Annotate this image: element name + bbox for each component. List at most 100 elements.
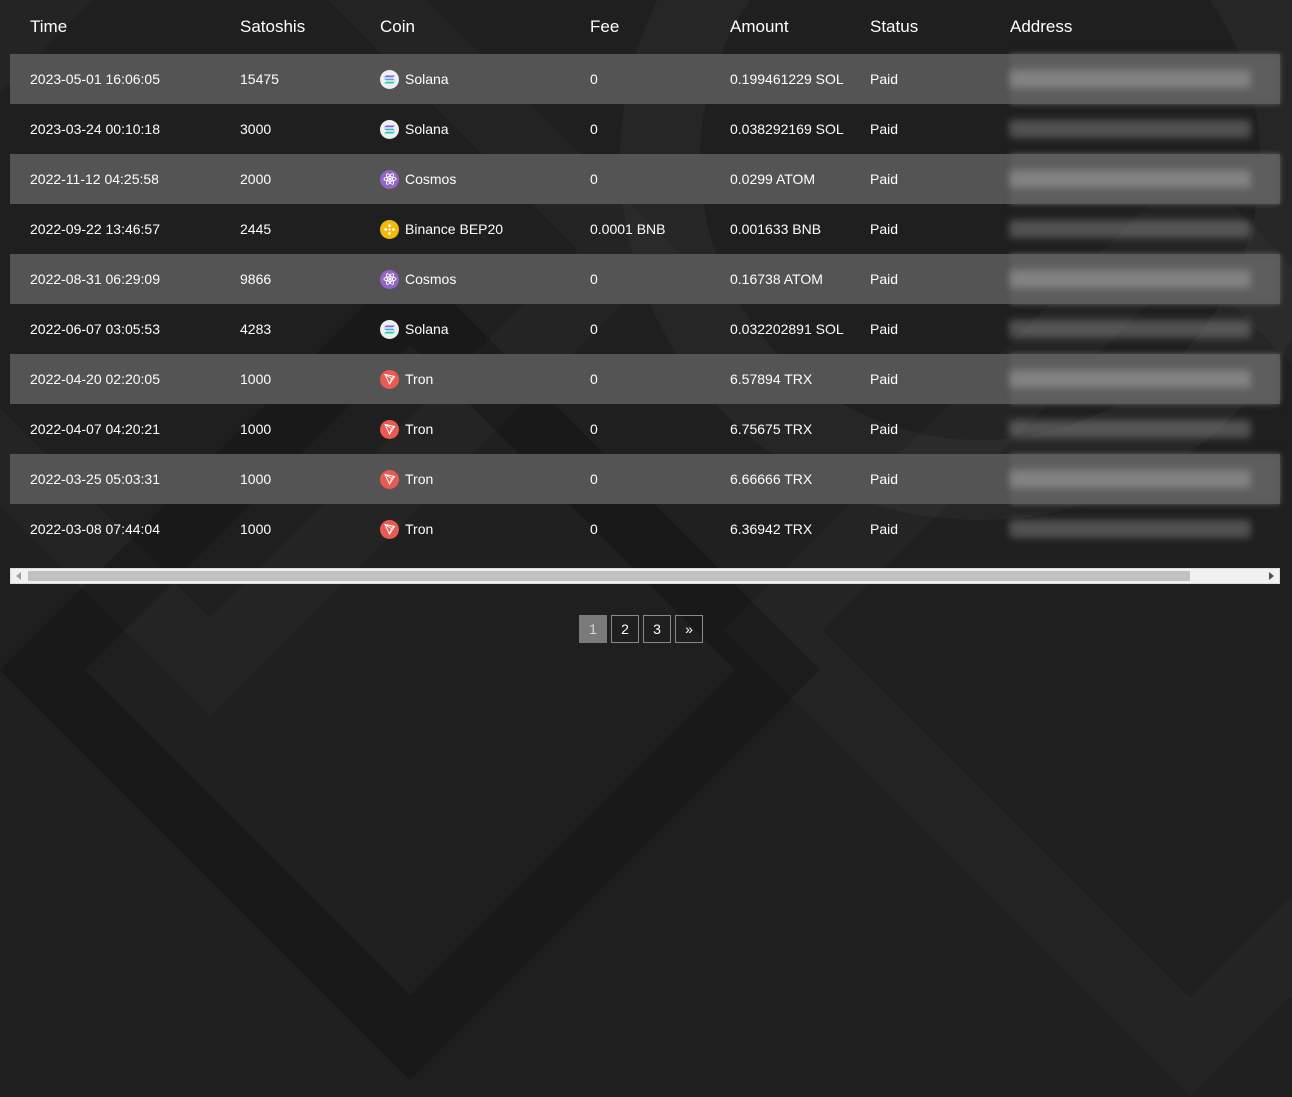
table-row: 2022-03-08 07:44:04 1000 Tron 0 6.36942 TRX P… bbox=[10, 504, 1280, 554]
table-body: 2023-05-01 16:06:05 15475 Solana 0 0.1994612… bbox=[10, 54, 1280, 554]
coin-name: Solana bbox=[405, 321, 449, 337]
redacted-address bbox=[1010, 320, 1250, 338]
table-header: Time Satoshis Coin Fee Amount Status Add… bbox=[10, 0, 1280, 54]
cell-status: Paid bbox=[870, 421, 899, 437]
page-button-1[interactable]: 1 bbox=[579, 615, 607, 643]
coin-name: Binance BEP20 bbox=[405, 221, 504, 237]
table-row: 2022-11-12 04:25:58 2000 Cosmos 0 0.0299 ATO… bbox=[10, 154, 1280, 204]
cell-amount: 0.0299 ATOM bbox=[730, 171, 816, 187]
coin-name: Tron bbox=[405, 521, 434, 537]
solana-icon bbox=[380, 119, 399, 139]
cell-amount: 0.199461229 SOL bbox=[730, 71, 844, 87]
next-page-button[interactable]: » bbox=[675, 615, 703, 643]
coin-name: Tron bbox=[405, 371, 434, 387]
table-row: 2023-03-24 00:10:18 3000 Solana 0 0.03829216… bbox=[10, 104, 1280, 154]
cell-status: Paid bbox=[870, 471, 899, 487]
tron-icon bbox=[380, 369, 399, 389]
tron-icon bbox=[380, 469, 399, 489]
coin-name: Cosmos bbox=[405, 171, 457, 187]
cell-amount: 0.032202891 SOL bbox=[730, 321, 844, 337]
header-amount[interactable]: Amount bbox=[730, 17, 789, 37]
header-time[interactable]: Time bbox=[30, 17, 67, 37]
cell-satoshis: 1000 bbox=[240, 421, 272, 437]
scroll-left-arrow-icon[interactable] bbox=[11, 569, 27, 583]
cell-coin: Tron bbox=[380, 519, 434, 539]
table-row: 2022-04-20 02:20:05 1000 Tron 0 6.57894 TRX P… bbox=[10, 354, 1280, 404]
coin-name: Solana bbox=[405, 71, 449, 87]
coin-name: Tron bbox=[405, 471, 434, 487]
redacted-address bbox=[1010, 470, 1250, 488]
cell-fee: 0 bbox=[590, 471, 598, 487]
cell-satoshis: 3000 bbox=[240, 121, 272, 137]
scrollbar-thumb[interactable] bbox=[28, 571, 1190, 581]
header-satoshis[interactable]: Satoshis bbox=[240, 17, 305, 37]
cell-satoshis: 9866 bbox=[240, 271, 272, 287]
cell-amount: 6.57894 TRX bbox=[730, 371, 813, 387]
pagination: 1 2 3 » bbox=[579, 615, 703, 643]
solana-icon bbox=[380, 319, 399, 339]
redacted-address bbox=[1010, 70, 1250, 88]
cell-coin: Cosmos bbox=[380, 269, 457, 289]
page-button-3[interactable]: 3 bbox=[643, 615, 671, 643]
cell-fee: 0 bbox=[590, 171, 598, 187]
cosmos-icon bbox=[380, 169, 399, 189]
cell-satoshis: 1000 bbox=[240, 471, 272, 487]
redacted-address bbox=[1010, 420, 1250, 438]
table-row: 2023-05-01 16:06:05 15475 Solana 0 0.1994612… bbox=[10, 54, 1280, 104]
cell-time: 2022-04-20 02:20:05 bbox=[30, 371, 160, 387]
redacted-address bbox=[1010, 120, 1250, 138]
cell-fee: 0 bbox=[590, 371, 598, 387]
table-row: 2022-03-25 05:03:31 1000 Tron 0 6.66666 TRX P… bbox=[10, 454, 1280, 504]
cell-fee: 0 bbox=[590, 421, 598, 437]
cell-coin: Tron bbox=[380, 369, 434, 389]
header-fee[interactable]: Fee bbox=[590, 17, 619, 37]
table-row: 2022-09-22 13:46:57 2445 Binance BEP20 0.00… bbox=[10, 204, 1280, 254]
tron-icon bbox=[380, 519, 399, 539]
cell-fee: 0 bbox=[590, 321, 598, 337]
cell-coin: Tron bbox=[380, 419, 434, 439]
cell-coin: Binance BEP20 bbox=[380, 219, 504, 239]
cell-status: Paid bbox=[870, 71, 899, 87]
cosmos-icon bbox=[380, 269, 399, 289]
scroll-right-arrow-icon[interactable] bbox=[1263, 569, 1279, 583]
cell-fee: 0 bbox=[590, 121, 598, 137]
cell-status: Paid bbox=[870, 521, 899, 537]
redacted-address bbox=[1010, 520, 1250, 538]
solana-icon bbox=[380, 69, 399, 89]
binance-icon bbox=[380, 219, 399, 239]
cell-amount: 0.038292169 SOL bbox=[730, 121, 844, 137]
redacted-address bbox=[1010, 220, 1250, 238]
cell-satoshis: 4283 bbox=[240, 321, 272, 337]
cell-status: Paid bbox=[870, 221, 899, 237]
redacted-address bbox=[1010, 270, 1250, 288]
cell-amount: 6.66666 TRX bbox=[730, 471, 813, 487]
cell-status: Paid bbox=[870, 171, 899, 187]
cell-amount: 0.001633 BNB bbox=[730, 221, 822, 237]
cell-status: Paid bbox=[870, 371, 899, 387]
header-coin[interactable]: Coin bbox=[380, 17, 415, 37]
cell-satoshis: 2000 bbox=[240, 171, 272, 187]
cell-fee: 0 bbox=[590, 271, 598, 287]
coin-name: Cosmos bbox=[405, 271, 457, 287]
coin-name: Tron bbox=[405, 421, 434, 437]
cell-time: 2022-04-07 04:20:21 bbox=[30, 421, 160, 437]
cell-coin: Solana bbox=[380, 319, 449, 339]
cell-status: Paid bbox=[870, 271, 899, 287]
cell-time: 2022-09-22 13:46:57 bbox=[30, 221, 160, 237]
tron-icon bbox=[380, 419, 399, 439]
cell-satoshis: 1000 bbox=[240, 521, 272, 537]
cell-status: Paid bbox=[870, 321, 899, 337]
cell-status: Paid bbox=[870, 121, 899, 137]
cell-time: 2023-03-24 00:10:18 bbox=[30, 121, 160, 137]
header-status[interactable]: Status bbox=[870, 17, 918, 37]
payments-table: Time Satoshis Coin Fee Amount Status Add… bbox=[10, 0, 1280, 554]
redacted-address bbox=[1010, 370, 1250, 388]
page-button-2[interactable]: 2 bbox=[611, 615, 639, 643]
cell-coin: Solana bbox=[380, 69, 449, 89]
coin-name: Solana bbox=[405, 121, 449, 137]
cell-coin: Cosmos bbox=[380, 169, 457, 189]
horizontal-scrollbar[interactable] bbox=[10, 568, 1280, 584]
cell-satoshis: 15475 bbox=[240, 71, 279, 87]
table-row: 2022-06-07 03:05:53 4283 Solana 0 0.03220289… bbox=[10, 304, 1280, 354]
header-address[interactable]: Address bbox=[1010, 17, 1280, 37]
